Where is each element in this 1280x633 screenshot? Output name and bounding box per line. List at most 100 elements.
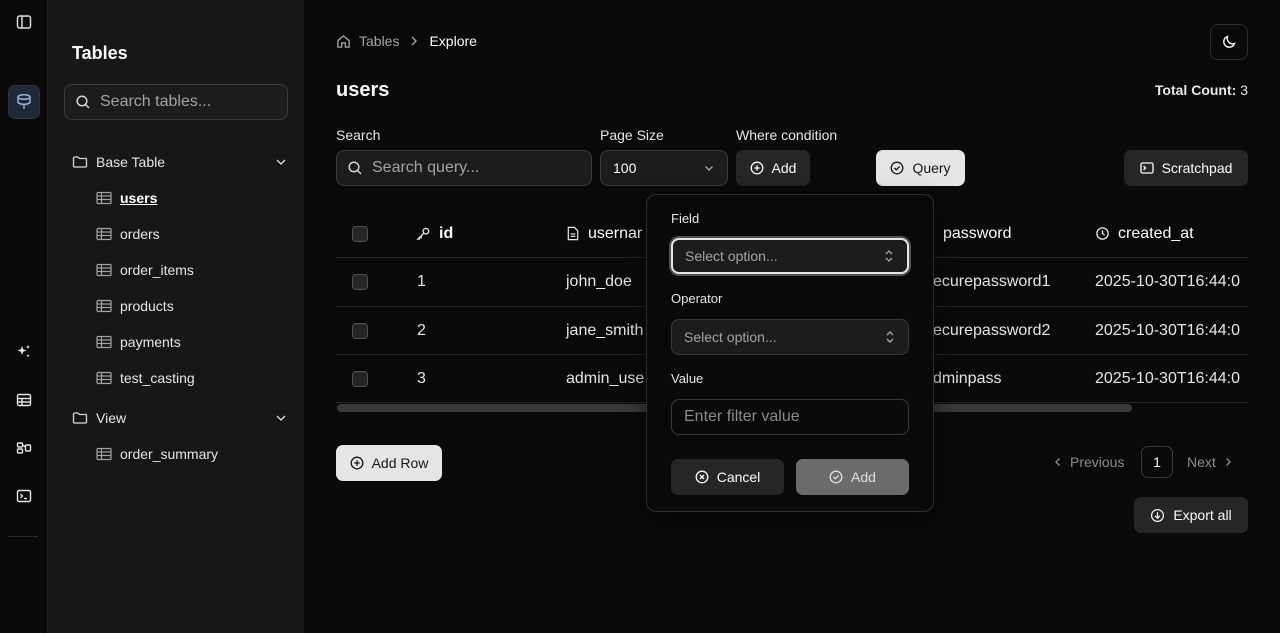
plus-circle-icon [750,161,764,175]
row-checkbox-cell [352,355,368,402]
sidebar-item-orders[interactable]: orders [96,222,160,246]
column-header-password[interactable]: password [943,210,1011,257]
export-all-button[interactable]: Export all [1134,497,1248,533]
field-select[interactable]: Select option... [671,238,909,274]
table-search-input[interactable] [100,93,270,111]
table-cell[interactable]: ecurepassword1 [933,258,1050,306]
table-icon [96,371,112,385]
table-icon[interactable] [12,388,36,412]
query-search-input[interactable] [372,159,572,177]
sidebar-item-products[interactable]: products [96,294,174,318]
chevron-down-icon [703,162,715,174]
query-button[interactable]: Query [876,150,965,186]
sidebar-item-payments[interactable]: payments [96,330,181,354]
sidebar-item-order-items[interactable]: order_items [96,258,194,282]
table-cell[interactable]: admin_use [566,355,644,402]
column-header-id[interactable]: id [416,210,453,257]
add-condition-label: Add [771,160,797,176]
sidebar-item-label: payments [120,334,181,350]
table-cell[interactable]: john_doe [566,258,632,306]
group-label: View [96,410,127,426]
terminal-icon[interactable] [12,484,36,508]
table-icon [96,191,112,205]
add-row-button[interactable]: Add Row [336,445,442,481]
query-search-field[interactable] [336,150,592,186]
export-all-label: Export all [1173,507,1232,523]
moon-icon [1221,34,1237,50]
previous-page-button[interactable]: Previous [1052,446,1124,478]
column-header-username[interactable]: usernar [566,210,642,257]
cancel-button[interactable]: Cancel [671,459,784,495]
table-cell[interactable]: 2025-10-30T16:44:0 [1095,307,1240,354]
table-cell[interactable]: 2025-10-30T16:44:0 [1095,355,1240,402]
table-search-field[interactable] [64,84,288,120]
table-cell[interactable]: 2025-10-30T16:44:0 [1095,258,1240,306]
table-cell[interactable]: 2 [417,307,426,354]
sidebar-item-test-casting[interactable]: test_casting [96,366,195,390]
table-cell[interactable]: ecurepassword2 [933,307,1050,354]
scratchpad-button[interactable]: Scratchpad [1124,150,1248,186]
sidebar-item-label: orders [120,226,160,242]
add-condition-button[interactable]: Add [736,150,810,186]
folder-icon [72,154,88,170]
sidebar-item-label: order_items [120,262,194,278]
sidebar: Tables Base Table users orders order_ite… [48,0,304,633]
add-filter-button[interactable]: Add [796,459,909,495]
where-condition-popover: Field Select option... Operator Select o… [646,194,934,512]
group-view[interactable]: View [72,404,288,432]
group-base-table[interactable]: Base Table [72,148,288,176]
row-checkbox-cell [352,307,368,354]
sparkles-icon[interactable] [12,340,36,364]
scratchpad-label: Scratchpad [1161,160,1233,176]
next-label: Next [1187,454,1216,470]
select-all-checkbox[interactable] [352,225,368,242]
table-cell[interactable]: 3 [417,355,426,402]
chevron-down-icon [274,155,288,169]
where-condition-label: Where condition [736,127,838,143]
row-checkbox[interactable] [352,370,368,387]
breadcrumb-current: Explore [429,33,477,49]
rail-divider [8,536,38,537]
row-checkbox[interactable] [352,274,368,290]
sidebar-item-users[interactable]: users [96,186,157,210]
home-icon[interactable] [336,34,351,49]
sidebar-item-label: order_summary [120,446,219,462]
value-label: Value [671,371,704,386]
page-size-select[interactable]: 100 [600,150,728,186]
table-cell[interactable]: dminpass [933,355,1001,402]
chevrons-up-down-icon [884,330,896,344]
total-count-label: Total Count: [1154,82,1237,98]
theme-toggle-button[interactable] [1210,24,1248,60]
field-select-value: Select option... [685,248,778,264]
filter-value-field[interactable] [671,399,909,435]
clock-icon [1095,226,1110,241]
previous-label: Previous [1070,454,1125,470]
sidebar-item-order-summary[interactable]: order_summary [96,442,218,466]
breadcrumb-tables-link[interactable]: Tables [359,33,399,49]
operator-label: Operator [671,291,723,306]
plus-circle-icon [350,456,364,470]
next-page-button[interactable]: Next [1187,446,1234,478]
add-row-label: Add Row [371,455,429,471]
search-icon [347,160,363,176]
check-circle-icon [829,470,843,484]
schema-icon[interactable] [12,436,36,460]
table-cell[interactable]: 1 [417,258,426,306]
chevron-right-icon [407,34,421,48]
chevron-right-icon [1222,456,1234,468]
row-checkbox[interactable] [352,322,368,339]
operator-select[interactable]: Select option... [671,319,909,355]
database-icon[interactable] [8,85,40,119]
query-label: Query [912,160,951,176]
page-size-label: Page Size [600,127,664,143]
page-number-button[interactable]: 1 [1141,446,1173,478]
cancel-label: Cancel [716,469,761,485]
sidebar-toggle-icon[interactable] [12,10,36,34]
sidebar-item-label: test_casting [120,370,195,386]
column-header-created-at[interactable]: created_at [1095,210,1194,257]
table-icon [96,447,112,461]
total-count-value: 3 [1240,82,1248,98]
table-cell[interactable]: jane_smith [566,307,643,354]
filter-value-input[interactable] [684,408,894,426]
row-checkbox-cell [352,258,368,306]
